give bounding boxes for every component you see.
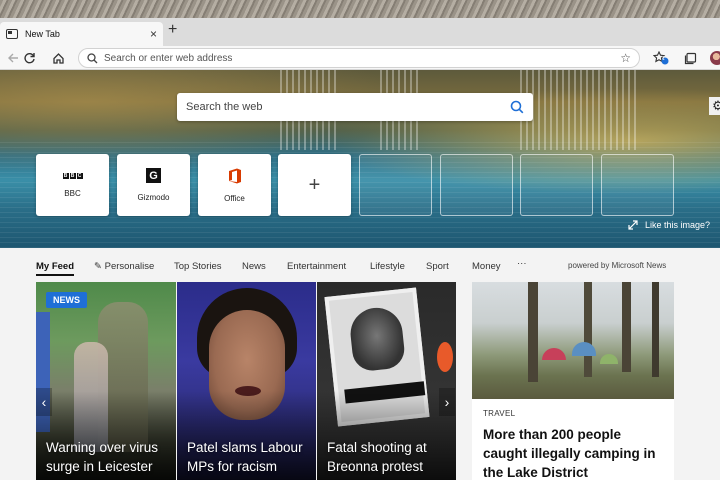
search-icon (87, 52, 98, 63)
home-icon (52, 52, 64, 64)
bbc-logo-icon: B B C (62, 172, 83, 179)
collections-icon (684, 52, 696, 64)
profile-button[interactable] (708, 49, 720, 67)
travel-news-card[interactable]: TRAVEL More than 200 people caught illeg… (472, 282, 674, 480)
search-placeholder: Search the web (186, 101, 263, 113)
logo-letter: B (62, 172, 69, 179)
more-tabs-button[interactable]: ··· (517, 258, 527, 269)
news-card-title: Fatal shooting at Breonna protest (327, 440, 427, 474)
empty-quick-link-slot[interactable] (520, 154, 593, 216)
avatar (710, 51, 720, 65)
add-quick-link-button[interactable]: + (278, 154, 351, 216)
tab-lifestyle[interactable]: Lifestyle (370, 261, 405, 272)
tab-close-icon[interactable]: × (150, 28, 157, 40)
favorites-button[interactable]: 1 (652, 49, 670, 67)
carousel-prev-button[interactable]: ‹ (36, 388, 52, 416)
news-card-breonna[interactable]: › Fatal shooting at Breonna protest (317, 282, 456, 480)
favorites-list-icon (653, 51, 669, 65)
chevron-left-icon: ‹ (41, 394, 47, 410)
news-card-title: Patel slams Labour MPs for racism (187, 440, 303, 474)
card-category: TRAVEL (483, 409, 516, 418)
travel-card-image (472, 282, 674, 399)
powered-by-label: powered by Microsoft News (568, 261, 667, 270)
waterfall-decoration (520, 70, 640, 150)
tab-my-feed[interactable]: My Feed (36, 261, 75, 276)
empty-quick-link-slot[interactable] (601, 154, 674, 216)
like-image-label: Like this image? (645, 220, 711, 230)
quick-link-office[interactable]: Office (198, 154, 271, 216)
tab-page-icon (6, 29, 18, 39)
quick-link-label: Gizmodo (137, 193, 170, 202)
news-card-patel[interactable]: Patel slams Labour MPs for racism (177, 282, 316, 480)
tab-top-stories[interactable]: Top Stories (174, 261, 222, 272)
tab-bar: New Tab × (0, 18, 720, 46)
new-tab-button[interactable]: + (168, 22, 177, 38)
quick-link-bbc[interactable]: B B C BBC (36, 154, 109, 216)
carousel-next-button[interactable]: › (439, 388, 455, 416)
travel-card-title: More than 200 people caught illegally ca… (483, 427, 656, 480)
favorite-star-icon[interactable]: ☆ (620, 51, 631, 65)
empty-quick-link-slot[interactable] (359, 154, 432, 216)
tab-title: New Tab (25, 29, 60, 39)
web-search-box[interactable]: Search the web (177, 93, 533, 121)
news-card-title: Warning over virus surge in Leicester (46, 440, 159, 474)
refresh-icon (23, 52, 35, 63)
page-settings-gear-icon[interactable]: ⚙ (709, 97, 720, 115)
logo-letter: C (76, 172, 83, 179)
quick-link-gizmodo[interactable]: G Gizmodo (117, 154, 190, 216)
chevron-right-icon: › (444, 394, 450, 410)
plus-icon: + (308, 174, 321, 196)
tab-sport[interactable]: Sport (426, 261, 449, 272)
browser-toolbar: Search or enter web address ☆ 1 (0, 46, 720, 70)
home-button[interactable] (49, 49, 67, 67)
quick-link-label: BBC (64, 188, 81, 198)
search-icon[interactable] (510, 100, 524, 114)
expand-icon (628, 220, 638, 230)
collections-button[interactable] (681, 49, 699, 67)
refresh-button[interactable] (20, 49, 38, 67)
pencil-icon: ✎ (94, 261, 102, 272)
address-placeholder: Search or enter web address (104, 52, 233, 64)
gizmodo-logo-icon: G (146, 168, 161, 183)
tab-money[interactable]: Money (472, 261, 501, 272)
tab-news[interactable]: News (242, 261, 266, 272)
logo-letter: B (69, 172, 76, 179)
news-badge: NEWS (46, 292, 87, 308)
like-image-button[interactable]: Like this image? (628, 220, 710, 230)
desktop-background (0, 0, 720, 18)
address-bar[interactable]: Search or enter web address ☆ (78, 48, 640, 68)
office-logo-icon (228, 168, 241, 183)
feed-navigation: My Feed ✎ Personalise Top Stories News E… (0, 248, 720, 282)
personalise-label: Personalise (104, 261, 155, 272)
tab-new-tab[interactable]: New Tab × (0, 22, 163, 46)
notification-count: 1 (662, 56, 665, 62)
quick-link-label: Office (224, 193, 245, 203)
tab-personalise[interactable]: ✎ Personalise (94, 261, 154, 272)
back-arrow-icon (8, 53, 18, 63)
tab-entertainment[interactable]: Entertainment (287, 261, 346, 272)
news-card-leicester[interactable]: NEWS ‹ Warning over virus surge in Leice… (36, 282, 176, 480)
empty-quick-link-slot[interactable] (440, 154, 513, 216)
